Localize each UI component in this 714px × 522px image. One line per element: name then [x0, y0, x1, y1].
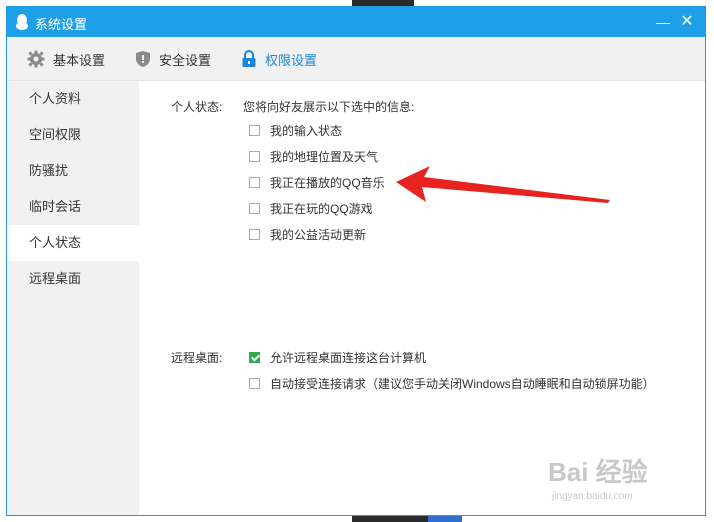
- sidebar-item-profile[interactable]: 个人资料: [7, 81, 139, 117]
- option-label: 允许远程桌面连接这台计算机: [270, 351, 427, 365]
- sidebar: 个人资料 空间权限 防骚扰 临时会话 个人状态 远程桌面: [7, 81, 139, 515]
- checkbox[interactable]: [249, 203, 260, 214]
- option-allow-remote-desktop[interactable]: 允许远程桌面连接这台计算机: [249, 349, 426, 366]
- settings-window: 系统设置 — ✕ 基本设置 安全设置 权限设置 个人资料 空间权限 防骚扰 临时…: [6, 6, 706, 516]
- sidebar-item-anti-harassment[interactable]: 防骚扰: [7, 153, 139, 189]
- title-bar[interactable]: 系统设置 — ✕: [7, 7, 705, 37]
- tab-label: 权限设置: [265, 52, 318, 68]
- tab-label: 安全设置: [159, 52, 212, 68]
- sidebar-item-temp-session[interactable]: 临时会话: [7, 189, 139, 225]
- option-auto-accept[interactable]: 自动接受连接请求（建议您手动关闭Windows自动睡眠和自动锁屏功能）: [249, 375, 655, 392]
- watermark-logo: Bai 经验: [548, 457, 648, 487]
- option-label: 自动接受连接请求（建议您手动关闭Windows自动睡眠和自动锁屏功能）: [270, 377, 655, 391]
- checkbox[interactable]: [249, 151, 260, 162]
- option-qq-games[interactable]: 我正在玩的QQ游戏: [249, 200, 373, 217]
- remote-section-label: 远程桌面:: [171, 351, 223, 365]
- settings-toolbar: 基本设置 安全设置 权限设置: [7, 37, 705, 81]
- lock-icon: [242, 50, 256, 67]
- sidebar-item-remote-desktop[interactable]: 远程桌面: [7, 261, 139, 297]
- status-section-label: 个人状态:: [171, 100, 223, 114]
- option-label: 我正在玩的QQ游戏: [270, 202, 373, 216]
- option-label: 我正在播放的QQ音乐: [270, 176, 385, 190]
- sidebar-item-personal-status[interactable]: 个人状态: [7, 225, 139, 261]
- status-section-description: 您将向好友展示以下选中的信息:: [243, 100, 415, 114]
- option-charity-updates[interactable]: 我的公益活动更新: [249, 226, 366, 243]
- tab-basic-settings[interactable]: 基本设置: [27, 37, 105, 81]
- minimize-button[interactable]: —: [653, 12, 673, 32]
- tab-label: 基本设置: [53, 52, 106, 68]
- shield-icon: [136, 51, 150, 67]
- option-label: 我的输入状态: [270, 124, 343, 138]
- settings-content: 个人状态: 您将向好友展示以下选中的信息: 我的输入状态 我的地理位置及天气 我…: [139, 81, 705, 515]
- window-title: 系统设置: [35, 17, 88, 32]
- tab-security-settings[interactable]: 安全设置: [135, 37, 211, 81]
- option-location-weather[interactable]: 我的地理位置及天气: [249, 148, 378, 165]
- gear-icon: [27, 50, 45, 68]
- watermark-url: jingyan.baidu.com: [552, 491, 633, 502]
- checkbox[interactable]: [249, 378, 260, 389]
- option-qq-music[interactable]: 我正在播放的QQ音乐: [249, 174, 385, 191]
- option-label: 我的地理位置及天气: [270, 150, 379, 164]
- checkbox[interactable]: [249, 125, 260, 136]
- checkbox-checked[interactable]: [249, 352, 260, 363]
- close-button[interactable]: ✕: [677, 12, 697, 32]
- red-arrow-annotation: [396, 166, 610, 203]
- option-typing-status[interactable]: 我的输入状态: [249, 122, 342, 139]
- background-strip: [428, 516, 462, 522]
- baidu-jingyan-watermark: Bai 经验 jingyan.baidu.com: [548, 452, 648, 502]
- sidebar-item-space-permission[interactable]: 空间权限: [7, 117, 139, 153]
- option-label: 我的公益活动更新: [270, 228, 367, 242]
- tab-permission-settings[interactable]: 权限设置: [241, 37, 317, 81]
- qq-penguin-icon: [16, 14, 28, 30]
- checkbox[interactable]: [249, 229, 260, 240]
- checkbox[interactable]: [249, 177, 260, 188]
